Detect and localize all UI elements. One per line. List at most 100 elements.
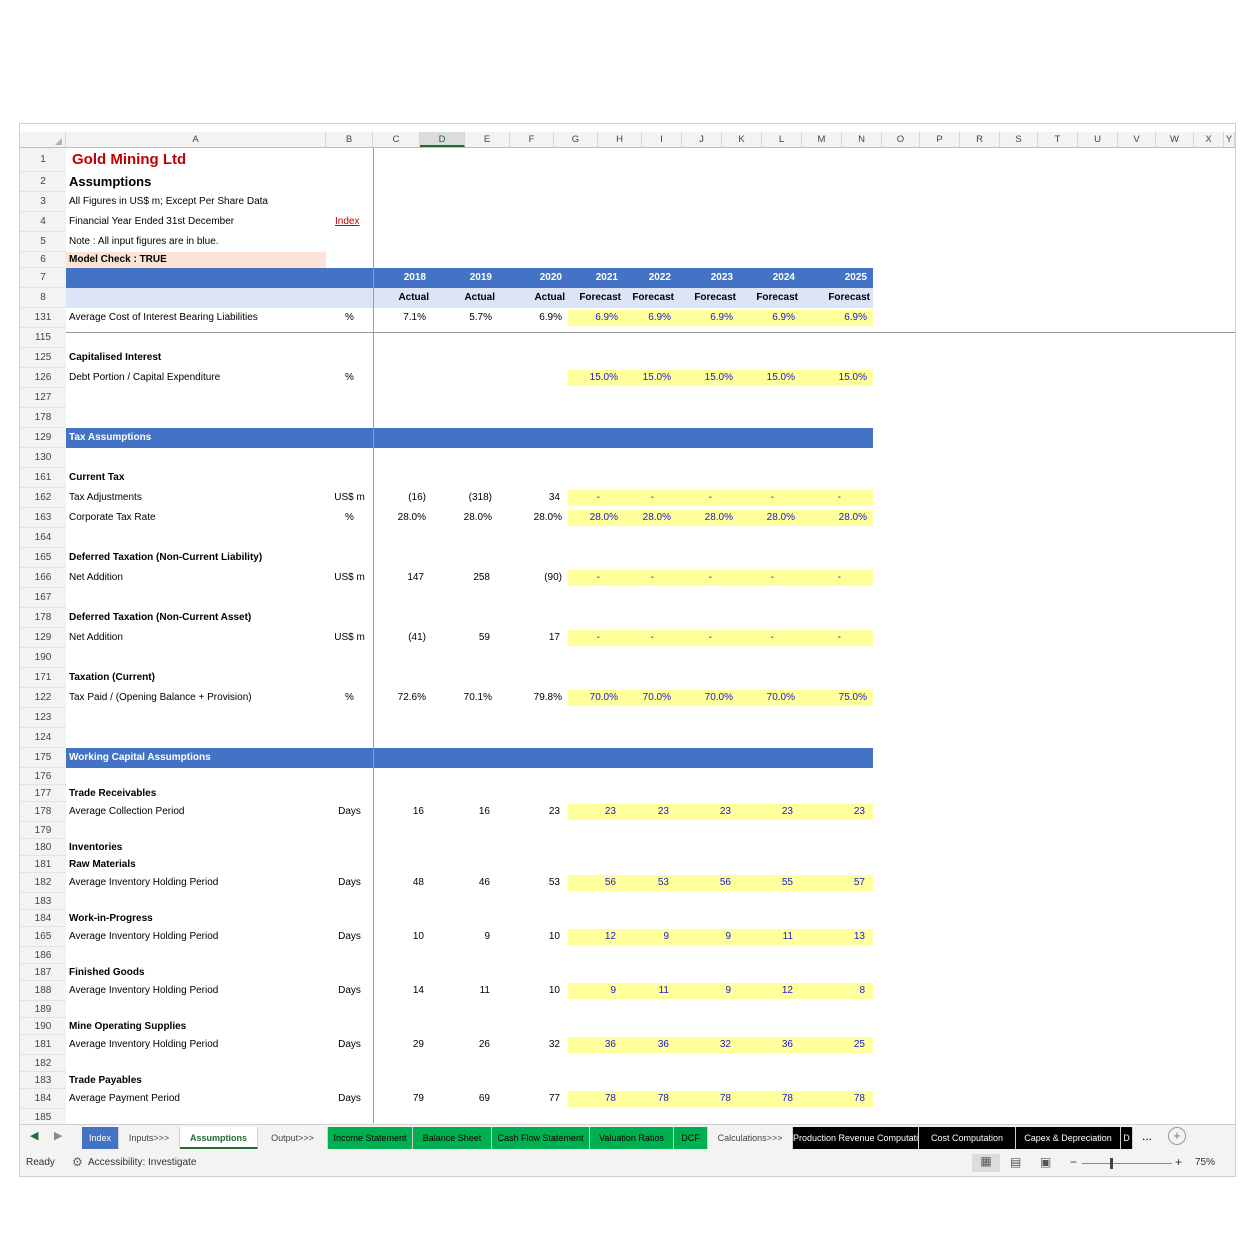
row-header-187[interactable]: 187 xyxy=(20,964,66,981)
input-value-cell[interactable]: 23 xyxy=(739,804,793,820)
zoom-out-icon[interactable]: − xyxy=(1070,1155,1077,1169)
input-value-cell[interactable]: 78 xyxy=(739,1091,793,1107)
input-value-cell[interactable]: 15.0% xyxy=(624,370,671,386)
sheet-tab-output[interactable]: Output>>> xyxy=(258,1127,328,1149)
row-header-123[interactable]: 123 xyxy=(20,708,66,728)
sheet-tab-income-statement[interactable]: Income Statement xyxy=(328,1127,413,1149)
input-value-cell[interactable]: 28.0% xyxy=(677,510,733,526)
value-cell[interactable]: 32 xyxy=(498,1037,560,1053)
input-value-cell[interactable]: 36 xyxy=(568,1037,616,1053)
input-value-cell[interactable]: 70.0% xyxy=(568,690,618,706)
value-cell[interactable]: 53 xyxy=(498,875,560,891)
column-header-i[interactable]: I xyxy=(642,132,682,147)
input-value-cell[interactable]: 12 xyxy=(568,929,616,945)
row-header-126[interactable]: 126 xyxy=(20,368,66,388)
input-value-cell[interactable]: 11 xyxy=(624,983,669,999)
row-header-182[interactable]: 182 xyxy=(20,1055,66,1072)
input-value-cell[interactable]: - xyxy=(568,570,600,586)
value-cell[interactable]: (41) xyxy=(373,630,426,646)
sheet-tab-inputs[interactable]: Inputs>>> xyxy=(119,1127,180,1149)
page-layout-icon[interactable]: ▤ xyxy=(1010,1155,1021,1169)
row-header-125[interactable]: 125 xyxy=(20,348,66,368)
input-value-cell[interactable]: 15.0% xyxy=(568,370,618,386)
zoom-in-icon[interactable]: + xyxy=(1175,1155,1182,1169)
accessibility-icon[interactable]: ⚙ xyxy=(72,1155,83,1169)
row-header-4[interactable]: 4 xyxy=(20,212,66,232)
row-header-129[interactable]: 129 xyxy=(20,428,66,448)
value-cell[interactable]: 258 xyxy=(432,570,490,586)
row-header-127[interactable]: 127 xyxy=(20,388,66,408)
column-header-l[interactable]: L xyxy=(762,132,802,147)
value-cell[interactable]: 34 xyxy=(498,490,560,506)
column-header-h[interactable]: H xyxy=(598,132,642,147)
row-header-131[interactable]: 131 xyxy=(20,308,66,328)
input-value-cell[interactable]: 15.0% xyxy=(739,370,795,386)
input-value-cell[interactable]: 28.0% xyxy=(624,510,671,526)
column-header-u[interactable]: U xyxy=(1078,132,1118,147)
input-value-cell[interactable]: 78 xyxy=(624,1091,669,1107)
column-header-j[interactable]: J xyxy=(682,132,722,147)
sheet-tab-calculations[interactable]: Calculations>>> xyxy=(708,1127,793,1149)
value-cell[interactable]: 10 xyxy=(373,929,424,945)
row-header-186[interactable]: 186 xyxy=(20,947,66,964)
value-cell[interactable]: 14 xyxy=(373,983,424,999)
row-header-166[interactable]: 166 xyxy=(20,568,66,588)
row-header-3[interactable]: 3 xyxy=(20,192,66,212)
input-value-cell[interactable]: 23 xyxy=(801,804,865,820)
input-value-cell[interactable]: 15.0% xyxy=(801,370,867,386)
row-header-177[interactable]: 177 xyxy=(20,785,66,802)
column-header-r[interactable]: R xyxy=(960,132,1000,147)
sheet-tab-dcf[interactable]: DCF xyxy=(674,1127,708,1149)
input-value-cell[interactable]: 78 xyxy=(801,1091,865,1107)
new-sheet-icon[interactable]: + xyxy=(1168,1127,1186,1145)
value-cell[interactable]: 28.0% xyxy=(498,510,562,526)
row-header-178[interactable]: 178 xyxy=(20,408,66,428)
row-header-165[interactable]: 165 xyxy=(20,548,66,568)
column-header-a[interactable]: A xyxy=(66,132,326,147)
row-header-167[interactable]: 167 xyxy=(20,588,66,608)
input-value-cell[interactable]: 70.0% xyxy=(624,690,671,706)
value-cell[interactable]: 23 xyxy=(498,804,560,820)
column-header-p[interactable]: P xyxy=(920,132,960,147)
input-value-cell[interactable]: 53 xyxy=(624,875,669,891)
column-header-c[interactable]: C xyxy=(373,132,420,147)
input-value-cell[interactable]: 9 xyxy=(624,929,669,945)
value-cell[interactable]: 28.0% xyxy=(373,510,426,526)
value-cell[interactable]: 17 xyxy=(498,630,560,646)
normal-view-icon[interactable]: ▦ xyxy=(972,1154,1000,1172)
row-header-181[interactable]: 181 xyxy=(20,1035,66,1055)
input-value-cell[interactable]: 75.0% xyxy=(801,690,867,706)
value-cell[interactable]: 5.7% xyxy=(432,310,492,326)
column-header-d[interactable]: D xyxy=(420,132,465,147)
column-header-n[interactable]: N xyxy=(842,132,882,147)
input-value-cell[interactable]: 9 xyxy=(677,983,731,999)
row-header-190[interactable]: 190 xyxy=(20,1018,66,1035)
input-value-cell[interactable]: 78 xyxy=(677,1091,731,1107)
sheet-tab-index[interactable]: Index xyxy=(82,1127,119,1149)
row-header-1[interactable]: 1 xyxy=(20,148,66,172)
index-link[interactable]: Index xyxy=(335,214,359,230)
row-header-180[interactable]: 180 xyxy=(20,839,66,856)
row-header-122[interactable]: 122 xyxy=(20,688,66,708)
input-value-cell[interactable]: 6.9% xyxy=(739,310,795,326)
input-value-cell[interactable]: 70.0% xyxy=(677,690,733,706)
input-value-cell[interactable]: 56 xyxy=(568,875,616,891)
value-cell[interactable]: (318) xyxy=(432,490,492,506)
row-header-2[interactable]: 2 xyxy=(20,172,66,192)
value-cell[interactable]: 72.6% xyxy=(373,690,426,706)
value-cell[interactable]: 9 xyxy=(432,929,490,945)
row-header-171[interactable]: 171 xyxy=(20,668,66,688)
column-header-o[interactable]: O xyxy=(882,132,920,147)
input-value-cell[interactable]: 56 xyxy=(677,875,731,891)
input-value-cell[interactable]: 6.9% xyxy=(801,310,867,326)
input-value-cell[interactable]: 9 xyxy=(568,983,616,999)
row-header-183[interactable]: 183 xyxy=(20,893,66,910)
column-header-b[interactable]: B xyxy=(326,132,373,147)
value-cell[interactable]: 10 xyxy=(498,929,560,945)
column-header-e[interactable]: E xyxy=(465,132,510,147)
input-value-cell[interactable]: 57 xyxy=(801,875,865,891)
value-cell[interactable]: 59 xyxy=(432,630,490,646)
column-header-y[interactable]: Y xyxy=(1224,132,1235,147)
value-cell[interactable]: 7.1% xyxy=(373,310,426,326)
value-cell[interactable]: 16 xyxy=(432,804,490,820)
